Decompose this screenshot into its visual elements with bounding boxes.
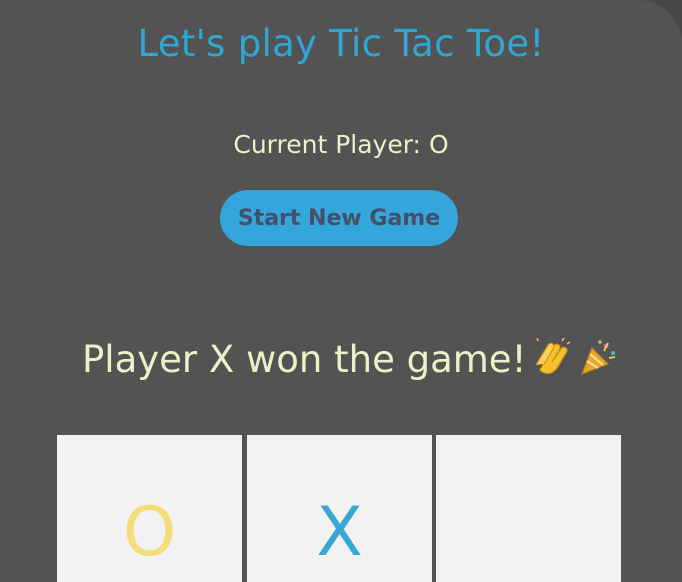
page-title: Let's play Tic Tac Toe! — [137, 22, 545, 65]
winner-text: Player X won the game! — [82, 338, 527, 381]
current-player-label: Current Player: — [233, 130, 421, 159]
board-cell-2[interactable]: X — [247, 435, 432, 582]
start-new-game-button[interactable]: Start New Game — [220, 190, 458, 246]
winner-message: Player X won the game! — [82, 337, 682, 381]
game-panel: Let's play Tic Tac Toe! Current Player: … — [0, 0, 682, 582]
clapping-hands-icon — [532, 337, 572, 376]
board-cell-1[interactable]: O — [57, 435, 242, 582]
board-cell-3[interactable] — [436, 435, 621, 582]
party-popper-icon — [578, 338, 618, 376]
current-player-status: Current Player: O — [0, 130, 682, 159]
game-board: O X — [57, 435, 623, 582]
current-player-value: O — [428, 130, 449, 159]
